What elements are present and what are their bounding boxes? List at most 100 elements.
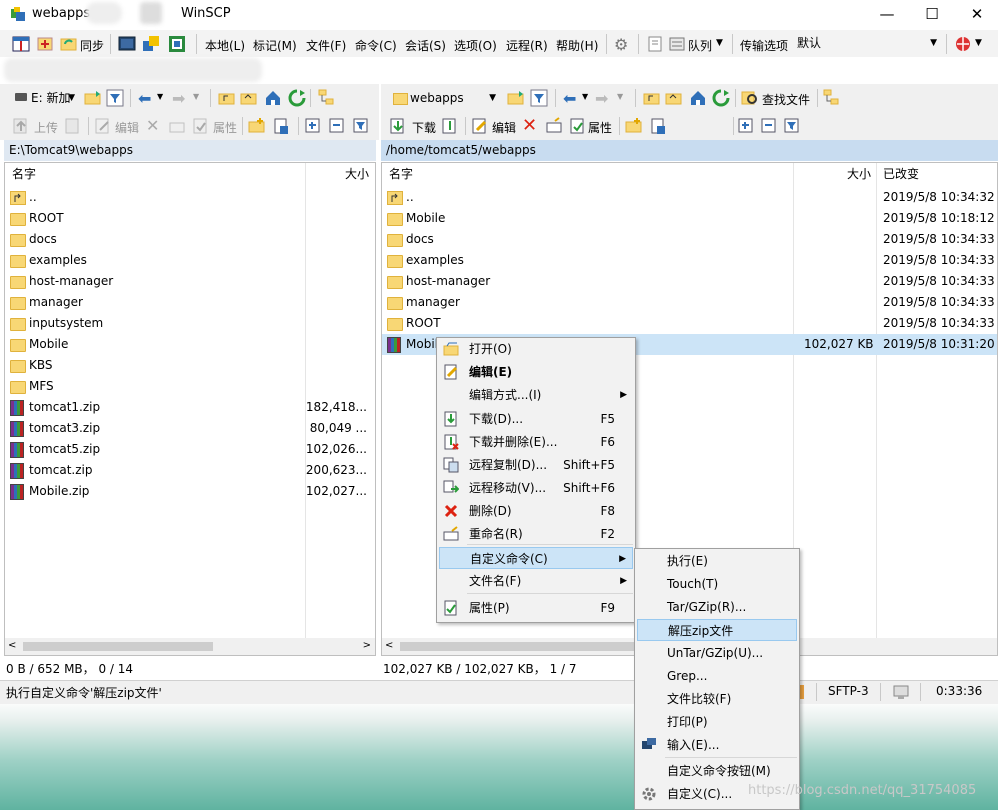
table-row[interactable]: tomcat1.zip 182,418...	[5, 397, 375, 418]
chevron-down-icon[interactable]: ▼	[617, 92, 623, 101]
remote-dir-select[interactable]: webapps ▼	[387, 88, 501, 108]
menu-item[interactable]: Touch(T)	[637, 573, 797, 595]
chevron-down-icon[interactable]: ▼	[193, 92, 199, 101]
table-row[interactable]: inputsystem	[5, 313, 375, 334]
chevron-down-icon[interactable]: ▼	[716, 38, 723, 48]
menu-item[interactable]: 自定义命令按钮(M)	[637, 760, 797, 782]
edit-button[interactable]: 编辑	[492, 119, 516, 136]
home-icon[interactable]	[264, 89, 282, 107]
table-row[interactable]: docs 2019/5/8 10:34:33	[382, 229, 997, 250]
table-row[interactable]: ROOT 2019/5/8 10:34:33	[382, 313, 997, 334]
scroll-left-icon[interactable]: <	[385, 640, 393, 651]
queue-list-icon[interactable]	[646, 35, 664, 53]
menu-item[interactable]: UnTar/GZip(U)...	[637, 642, 797, 664]
root-dir-icon[interactable]	[240, 89, 258, 107]
home-icon[interactable]	[689, 89, 707, 107]
menu-item[interactable]: Tar/GZip(R)...	[637, 596, 797, 618]
properties-button[interactable]: 属性	[213, 119, 237, 136]
back-icon[interactable]: ⬅	[138, 89, 156, 108]
local-drive-select[interactable]: E: 新加 ▼	[8, 88, 78, 108]
new-folder-icon[interactable]	[625, 117, 643, 135]
menu-item[interactable]: 文件名(F) ▶	[439, 570, 633, 592]
table-row[interactable]: host-manager 2019/5/8 10:34:33	[382, 271, 997, 292]
local-hscroll[interactable]: < >	[5, 638, 375, 655]
sessions-globe-icon[interactable]	[954, 35, 972, 53]
select-all-icon[interactable]	[737, 117, 755, 135]
menu-local[interactable]: 本地(L)	[205, 37, 245, 54]
menu-item[interactable]: 重命名(R) F2	[439, 523, 633, 545]
upload-button[interactable]: 上传	[34, 119, 58, 136]
menu-item[interactable]: 远程移动(V)... Shift+F6	[439, 477, 633, 499]
delete-icon[interactable]: ✕	[522, 115, 540, 136]
new-session-icon[interactable]	[168, 35, 186, 53]
parent-dir-icon[interactable]	[218, 89, 236, 107]
menu-item[interactable]: 文件比较(F)	[637, 688, 797, 710]
unselect-icon[interactable]	[760, 117, 778, 135]
unselect-icon[interactable]	[328, 117, 346, 135]
menu-item[interactable]: 自定义命令(C) ▶	[439, 547, 633, 569]
upload-icon[interactable]	[12, 117, 30, 135]
menu-options[interactable]: 选项(O)	[454, 37, 497, 54]
new-file-icon[interactable]	[272, 117, 290, 135]
table-row[interactable]: docs	[5, 229, 375, 250]
find-files-button[interactable]: 查找文件	[762, 91, 810, 108]
transfer-preset-select[interactable]: 默认 ▼	[792, 33, 942, 53]
sync-icon[interactable]	[60, 35, 78, 53]
preferences-gear-icon[interactable]: ⚙	[614, 35, 632, 54]
queue-button[interactable]: 队列	[688, 37, 712, 54]
properties-icon[interactable]	[192, 117, 210, 135]
filter-select-icon[interactable]	[352, 117, 370, 135]
open-folder-icon[interactable]	[507, 89, 525, 107]
back-icon[interactable]: ⬅	[563, 89, 581, 108]
compare-dirs-icon[interactable]	[36, 35, 54, 53]
menu-item[interactable]: 打开(O)	[439, 338, 633, 360]
menu-item[interactable]: 编辑(E)	[439, 361, 633, 383]
new-file-icon[interactable]	[649, 117, 667, 135]
forward-icon[interactable]: ➡	[172, 89, 190, 108]
scroll-right-icon[interactable]: >	[363, 640, 371, 651]
table-row[interactable]: .. 2019/5/8 10:34:32	[382, 187, 997, 208]
table-row[interactable]: tomcat.zip 200,623...	[5, 460, 375, 481]
menu-item[interactable]: Grep...	[637, 665, 797, 687]
table-row[interactable]: manager 2019/5/8 10:34:33	[382, 292, 997, 313]
menu-item[interactable]: 执行(E)	[637, 550, 797, 572]
local-path-bar[interactable]: E:\Tomcat9\webapps	[4, 140, 376, 161]
table-row[interactable]: KBS	[5, 355, 375, 376]
table-row[interactable]: Mobile	[5, 334, 375, 355]
table-row[interactable]: manager	[5, 292, 375, 313]
find-files-icon[interactable]	[741, 89, 759, 107]
filter-icon[interactable]	[106, 89, 124, 107]
menu-item[interactable]: 属性(P) F9	[439, 597, 633, 619]
filter-select-icon[interactable]	[783, 117, 801, 135]
table-row[interactable]: MFS	[5, 376, 375, 397]
menu-item[interactable]: 打印(P)	[637, 711, 797, 733]
table-row[interactable]: host-manager	[5, 271, 375, 292]
menu-item[interactable]: 下载(D)... F5	[439, 408, 633, 430]
local-view-icon[interactable]	[12, 35, 30, 53]
remote-col-name[interactable]: 名字	[389, 163, 413, 185]
download-options-icon[interactable]	[441, 117, 459, 135]
queue-icon[interactable]	[668, 35, 686, 53]
table-row[interactable]: tomcat5.zip 102,026...	[5, 439, 375, 460]
download-icon[interactable]	[389, 117, 407, 135]
table-row[interactable]: ..	[5, 187, 375, 208]
maximize-button[interactable]: ☐	[909, 0, 955, 28]
new-folder-icon[interactable]	[248, 117, 266, 135]
table-row[interactable]: ROOT	[5, 208, 375, 229]
menu-remote[interactable]: 远程(R)	[506, 37, 548, 54]
table-row[interactable]: examples	[5, 250, 375, 271]
menu-help[interactable]: 帮助(H)	[556, 37, 598, 54]
putty-icon[interactable]	[142, 35, 160, 53]
rename-icon[interactable]	[545, 117, 563, 135]
menu-files[interactable]: 文件(F)	[306, 37, 346, 54]
root-dir-icon[interactable]	[665, 89, 683, 107]
menu-item[interactable]: 远程复制(D)... Shift+F5	[439, 454, 633, 476]
download-button[interactable]: 下载	[412, 119, 436, 136]
menu-commands[interactable]: 命令(C)	[355, 37, 397, 54]
menu-item[interactable]: 解压zip文件	[637, 619, 797, 641]
properties-icon[interactable]	[569, 117, 587, 135]
local-col-size[interactable]: 大小	[345, 163, 369, 185]
chevron-down-icon[interactable]: ▼	[582, 92, 588, 101]
edit-icon[interactable]	[94, 117, 112, 135]
console-icon[interactable]	[118, 35, 136, 53]
